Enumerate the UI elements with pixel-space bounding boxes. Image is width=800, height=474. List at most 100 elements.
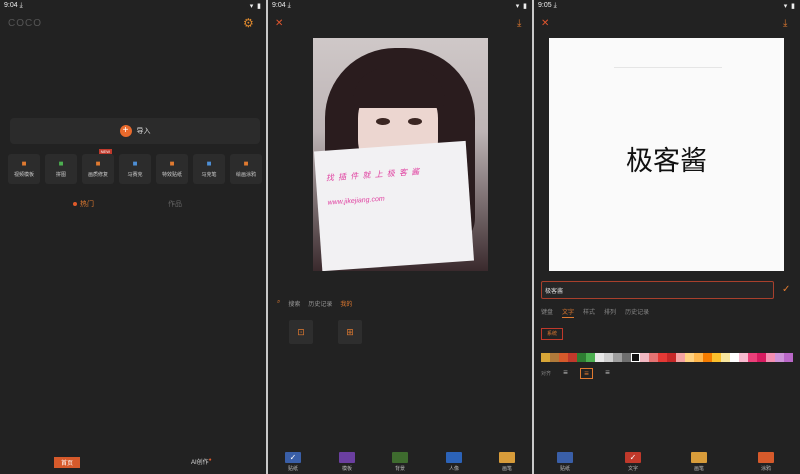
color-swatch[interactable] bbox=[730, 353, 739, 362]
tab-keyboard[interactable]: 键盘 bbox=[541, 307, 553, 318]
color-swatch[interactable] bbox=[631, 353, 640, 362]
bottom-tab[interactable]: ✓ 文字 bbox=[625, 452, 641, 472]
color-swatch[interactable] bbox=[622, 353, 631, 362]
color-swatch[interactable] bbox=[784, 353, 793, 362]
tab-mine[interactable]: 我的 bbox=[340, 299, 352, 308]
color-swatch[interactable] bbox=[703, 353, 712, 362]
color-swatch[interactable] bbox=[577, 353, 586, 362]
quality-repair-icon: ■ bbox=[95, 159, 101, 168]
color-swatch[interactable] bbox=[658, 353, 667, 362]
text-canvas[interactable]: 极客酱 bbox=[549, 38, 784, 271]
tool-label: 拼图 bbox=[55, 172, 66, 178]
tab-history[interactable]: 历史记录 bbox=[308, 299, 332, 308]
tab-hot[interactable]: 热门 bbox=[73, 199, 94, 209]
color-swatch[interactable] bbox=[559, 353, 568, 362]
tab-search[interactable]: 搜索 bbox=[288, 299, 300, 308]
close-icon[interactable]: ✕ bbox=[541, 18, 549, 29]
tool-mosaic[interactable]: ■ 马赛克 bbox=[119, 154, 151, 184]
bottom-tab[interactable]: 画笔 bbox=[691, 452, 707, 472]
tab-swatch bbox=[392, 452, 408, 463]
close-icon[interactable]: ✕ bbox=[275, 18, 283, 29]
search-icon[interactable]: ⌕ bbox=[277, 299, 280, 308]
photo-eye-left bbox=[376, 118, 390, 125]
align-right-icon[interactable]: ≡ bbox=[601, 368, 614, 379]
add-sticker-icon[interactable]: ⊞ bbox=[338, 320, 362, 344]
tool-label: 绘画涂鸦 bbox=[235, 172, 256, 178]
tab-works[interactable]: 作品 bbox=[168, 199, 182, 209]
gear-icon[interactable]: ⚙ bbox=[243, 16, 254, 30]
color-swatch[interactable] bbox=[550, 353, 559, 362]
bottom-tab[interactable]: 人像 bbox=[446, 452, 462, 472]
tool-video-template[interactable]: ■ 视频模板 bbox=[8, 154, 40, 184]
text-input[interactable]: 极客酱 bbox=[541, 281, 774, 299]
photo-eye-right bbox=[408, 118, 422, 125]
sticker-editor-screen: 9:04 ⤓ ▾ ▮ ✕ ⤓ 找 插 件 就 上 极 客 酱 www.jikej… bbox=[268, 0, 532, 474]
color-swatch[interactable] bbox=[667, 353, 676, 362]
color-swatch[interactable] bbox=[757, 353, 766, 362]
confirm-check-icon[interactable]: ✓ bbox=[782, 284, 790, 295]
tool-paint-graffiti[interactable]: ■ 绘画涂鸦 bbox=[230, 154, 262, 184]
bottom-tab[interactable]: 背景 bbox=[392, 452, 408, 472]
color-swatch[interactable] bbox=[766, 353, 775, 362]
color-swatch[interactable] bbox=[694, 353, 703, 362]
color-swatch[interactable] bbox=[685, 353, 694, 362]
photo-canvas[interactable]: 找 插 件 就 上 极 客 酱 www.jikejiang.com bbox=[313, 38, 488, 271]
tab-style[interactable]: 样式 bbox=[583, 307, 595, 318]
color-swatch[interactable] bbox=[586, 353, 595, 362]
nav-ai-create[interactable]: AI创作● bbox=[191, 457, 212, 466]
bottom-tab[interactable]: ✓ 贴纸 bbox=[285, 452, 301, 472]
status-bar: 9:04 ⤓ ▾ ▮ bbox=[268, 0, 532, 12]
check-icon: ✓ bbox=[625, 452, 641, 463]
download-arrow-icon: ⤓ bbox=[287, 2, 291, 9]
tab-text[interactable]: 文字 bbox=[562, 307, 575, 318]
bottom-tab[interactable]: 涂鸦 bbox=[758, 452, 774, 472]
color-swatch[interactable] bbox=[604, 353, 613, 362]
tab-swatch bbox=[691, 452, 707, 463]
color-swatch[interactable] bbox=[613, 353, 622, 362]
color-swatch[interactable] bbox=[568, 353, 577, 362]
color-swatch[interactable] bbox=[748, 353, 757, 362]
color-swatch[interactable] bbox=[541, 353, 550, 362]
color-swatch[interactable] bbox=[640, 353, 649, 362]
download-arrow-icon: ⤓ bbox=[553, 2, 557, 9]
download-icon[interactable]: ⤓ bbox=[783, 18, 787, 29]
check-icon: ✓ bbox=[285, 452, 301, 463]
bottom-tab-label: 画笔 bbox=[501, 466, 512, 472]
bottom-tool-tabs: 贴纸 ✓ 文字 画笔 涂鸦 bbox=[534, 452, 800, 474]
bottom-tab[interactable]: 画笔 bbox=[499, 452, 515, 472]
tab-history[interactable]: 历史记录 bbox=[625, 307, 649, 318]
status-time: 9:04 bbox=[4, 2, 18, 9]
system-status-icons: ▾ ▮ bbox=[249, 3, 262, 10]
new-badge: NEW bbox=[98, 149, 112, 154]
marker-pen-icon: ■ bbox=[206, 159, 212, 168]
bottom-tab[interactable]: 贴纸 bbox=[557, 452, 573, 472]
tool-effect-sticker[interactable]: ■ 特效贴纸 bbox=[156, 154, 188, 184]
plus-icon: + bbox=[119, 125, 132, 137]
align-row: 对齐 ≡ ≡ ≡ bbox=[541, 368, 614, 379]
tool-marker-pen[interactable]: ■ 马克笔 bbox=[193, 154, 225, 184]
system-status-icons: ▾ ▮ bbox=[783, 3, 796, 10]
color-swatch[interactable] bbox=[721, 353, 730, 362]
canvas-text[interactable]: 极客酱 bbox=[549, 139, 784, 178]
edit-tabs: 键盘 文字 样式 排列 历史记录 bbox=[541, 307, 649, 318]
tool-label: 视频模板 bbox=[13, 172, 34, 178]
tool-quality-repair[interactable]: ■ 画质修复 NEW bbox=[82, 149, 114, 184]
align-left-icon[interactable]: ≡ bbox=[559, 368, 572, 379]
collage-icon: ■ bbox=[58, 159, 64, 168]
nav-home[interactable]: 首页 bbox=[54, 457, 81, 468]
color-swatch[interactable] bbox=[712, 353, 721, 362]
tab-arrange[interactable]: 排列 bbox=[604, 307, 616, 318]
status-time: 9:04 bbox=[272, 2, 286, 9]
color-swatch[interactable] bbox=[676, 353, 685, 362]
add-image-icon[interactable]: ⊡ bbox=[289, 320, 313, 344]
import-button[interactable]: + 导入 bbox=[10, 118, 260, 144]
color-swatch[interactable] bbox=[775, 353, 784, 362]
bottom-tab[interactable]: 模板 bbox=[339, 452, 355, 472]
system-font-button[interactable]: 系统 bbox=[541, 328, 564, 340]
download-icon[interactable]: ⤓ bbox=[517, 18, 521, 29]
color-swatch[interactable] bbox=[739, 353, 748, 362]
color-swatch[interactable] bbox=[595, 353, 604, 362]
align-center-icon[interactable]: ≡ bbox=[580, 368, 594, 379]
tool-collage[interactable]: ■ 拼图 bbox=[45, 154, 77, 184]
color-swatch[interactable] bbox=[649, 353, 658, 362]
